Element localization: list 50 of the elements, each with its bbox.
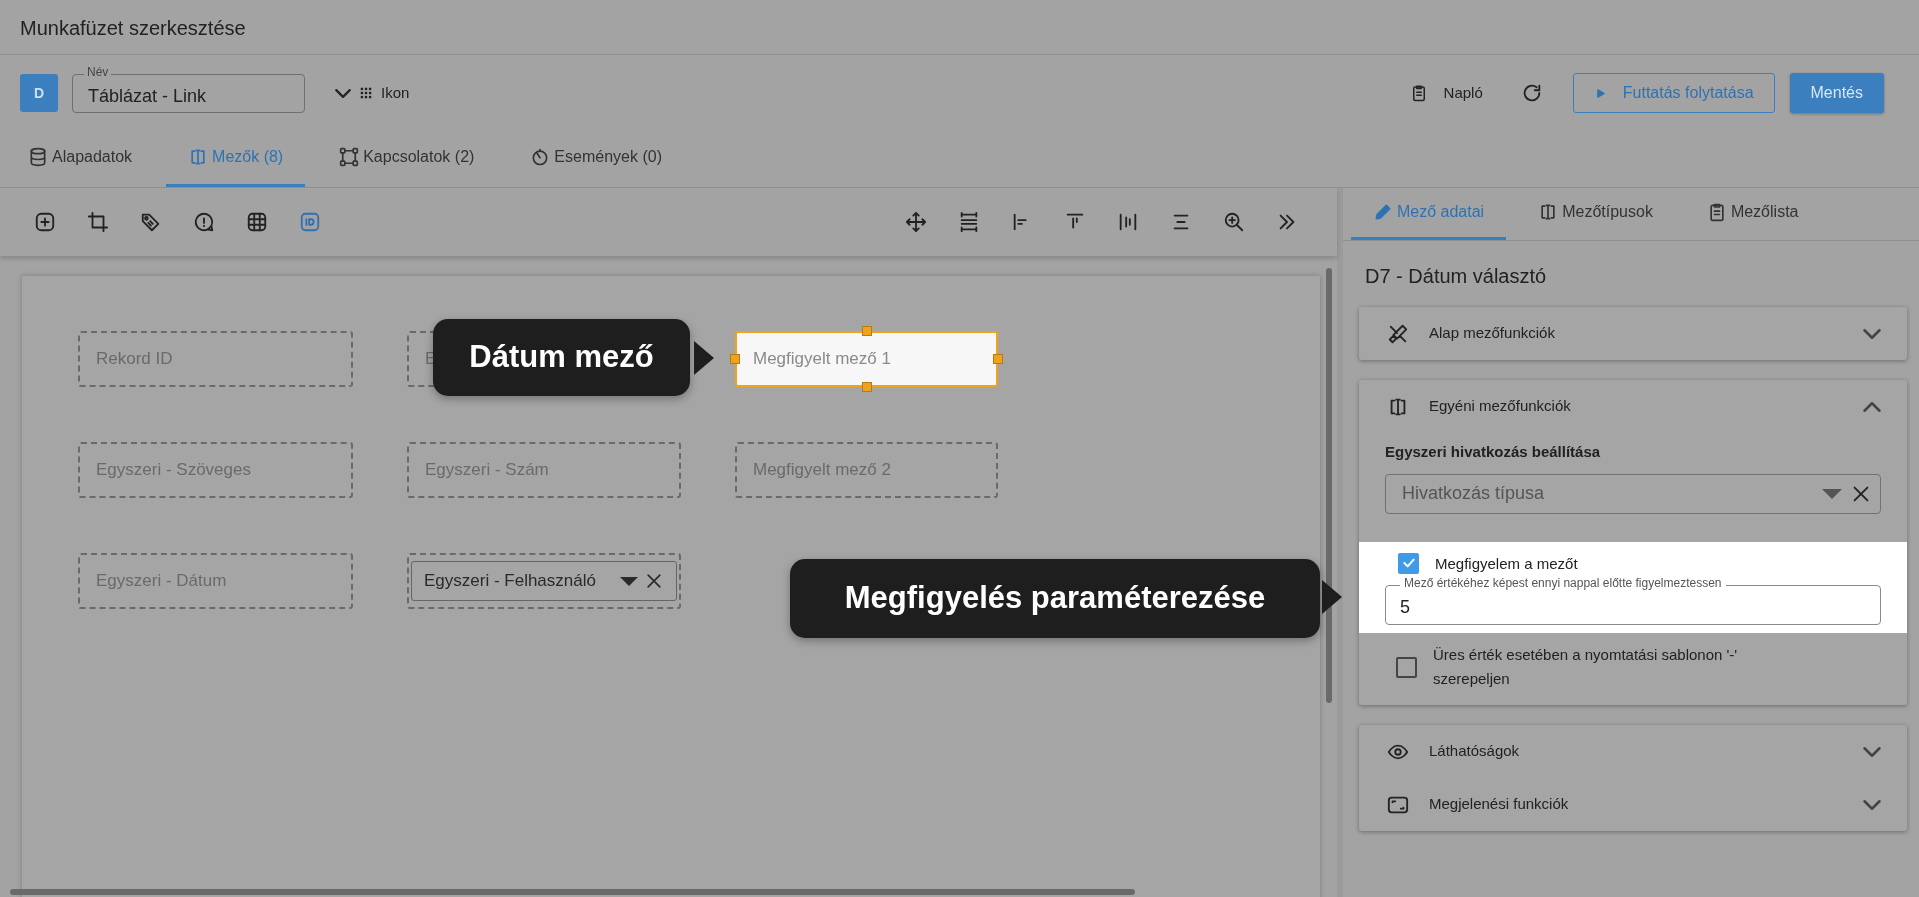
panel-title: D7 - Dátum választó bbox=[1364, 264, 1548, 289]
tab[interactable]: Kapcsolatok (2) bbox=[317, 130, 497, 187]
resize-handle[interactable] bbox=[993, 354, 1003, 364]
callout-tooltip: Dátum mező bbox=[433, 319, 690, 396]
log-button[interactable]: Napló bbox=[1409, 81, 1483, 105]
select-field[interactable]: Hivatkozás típusa bbox=[1385, 473, 1881, 514]
save-button[interactable]: Mentés bbox=[1789, 73, 1884, 113]
select-field[interactable]: Egyszeri - Felhasználó bbox=[411, 561, 677, 601]
tab[interactable]: Alapadatok bbox=[6, 130, 155, 187]
alert-icon[interactable] bbox=[192, 211, 215, 233]
close-icon[interactable] bbox=[644, 571, 664, 591]
add-icon[interactable] bbox=[33, 211, 56, 233]
chevron-down-icon[interactable] bbox=[335, 88, 351, 98]
crop-icon[interactable] bbox=[86, 211, 109, 233]
window-title: Munkafüzet szerkesztése bbox=[0, 0, 1919, 55]
view-toggle[interactable]: Ikon bbox=[359, 81, 410, 105]
pointer-arrow-icon bbox=[1322, 580, 1342, 614]
checkbox[interactable] bbox=[1398, 552, 1419, 574]
section-header[interactable]: Egyéni mezőfunkciók bbox=[1359, 380, 1907, 433]
pencil-icon bbox=[1373, 202, 1393, 222]
tags-icon[interactable] bbox=[139, 211, 162, 233]
pointer-arrow-icon bbox=[694, 341, 714, 375]
zoom-in-icon[interactable] bbox=[1222, 211, 1245, 233]
caret-icon bbox=[1822, 488, 1842, 499]
avatar: D bbox=[20, 74, 58, 112]
resize-handle[interactable] bbox=[730, 354, 740, 364]
grid-icon bbox=[359, 86, 373, 100]
checkbox-label: Üres érték esetében a nyomtatási sablonon '-' szerepeljen bbox=[1433, 645, 1739, 689]
form-field[interactable]: Megfigyelt mező 1 bbox=[735, 331, 998, 387]
callout-tooltip: Megfigyelés paraméterezése bbox=[790, 559, 1320, 638]
database-icon bbox=[28, 147, 48, 167]
scrollbar-thumb[interactable] bbox=[1326, 268, 1332, 703]
tools-icon bbox=[1387, 322, 1409, 345]
tab[interactable]: Mezőtípusok bbox=[1516, 187, 1675, 240]
section-header[interactable]: Megjelenési funkciók bbox=[1359, 778, 1907, 831]
move-icon[interactable] bbox=[904, 211, 927, 233]
field-label: Mező értékéhez képest ennyi nappal előtte figyelmeztessen bbox=[1400, 577, 1726, 590]
tab[interactable]: Események (0) bbox=[508, 130, 684, 187]
checkbox[interactable] bbox=[1396, 657, 1417, 678]
checkbox-label: Megfigyelem a mezőt bbox=[1435, 553, 1579, 574]
table-icon[interactable] bbox=[245, 211, 268, 233]
resize-handle[interactable] bbox=[861, 382, 872, 392]
resize-handle[interactable] bbox=[861, 326, 872, 336]
scrollbar-thumb[interactable] bbox=[10, 889, 1135, 895]
section-header[interactable]: Láthatóságok bbox=[1359, 725, 1907, 778]
section-header[interactable]: Alap mezőfunkciók bbox=[1359, 307, 1907, 360]
nodes-icon bbox=[339, 147, 360, 167]
tab[interactable]: Mezőlista bbox=[1684, 187, 1821, 240]
caret-icon bbox=[620, 576, 638, 586]
section-subheading: Egyszeri hivatkozás beállítása bbox=[1384, 442, 1602, 462]
